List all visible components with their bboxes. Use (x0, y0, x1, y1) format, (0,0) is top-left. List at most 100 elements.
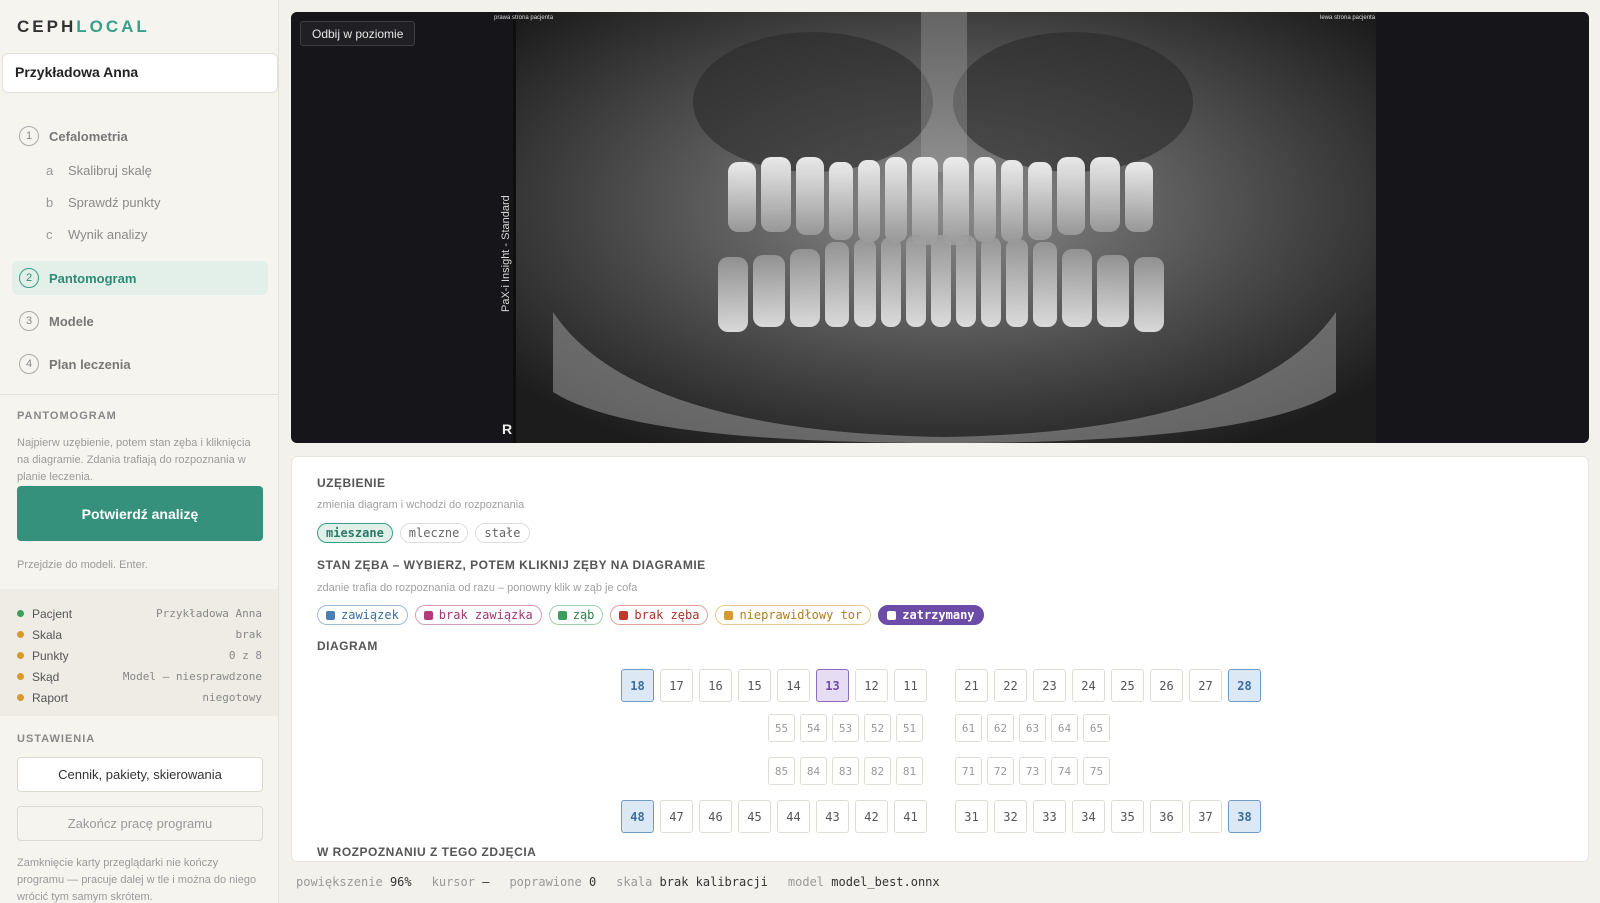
tooth-85[interactable]: 85 (768, 757, 795, 785)
tooth-13[interactable]: 13 (816, 669, 849, 702)
tooth-22[interactable]: 22 (994, 669, 1027, 702)
pantomogram-analysis-panel: UZĘBIENIE zmienia diagram i wchodzi do r… (291, 456, 1589, 862)
state-chip-missing-tooth[interactable]: brak zęba (610, 605, 709, 625)
tooth-state-title: STAN ZĘBA – WYBIERZ, POTEM KLIKNIJ ZĘBY … (317, 558, 706, 572)
tooth-11[interactable]: 11 (894, 669, 927, 702)
section-title-settings: USTAWIENIA (17, 733, 96, 745)
quit-note: Zamknięcie karty przeglądarki nie kończy… (17, 857, 257, 903)
sub-step-check-points[interactable]: b Sprawdź punkty (46, 195, 161, 210)
tooth-14[interactable]: 14 (777, 669, 810, 702)
pricing-button[interactable]: Cennik, pakiety, skierowania (17, 757, 263, 792)
color-swatch (887, 610, 897, 620)
tooth-37[interactable]: 37 (1189, 800, 1222, 833)
tooth-41[interactable]: 41 (894, 800, 927, 833)
status-dot (17, 631, 24, 638)
state-chip-tooth[interactable]: ząb (548, 605, 604, 625)
tooth-23[interactable]: 23 (1033, 669, 1066, 702)
cursor-readout: kursor — (431, 875, 490, 889)
tooth-64[interactable]: 64 (1051, 714, 1078, 742)
tooth-55[interactable]: 55 (768, 714, 795, 742)
tooth-61[interactable]: 61 (955, 714, 982, 742)
status-dot (17, 652, 24, 659)
nav-step-pantomogram[interactable]: 2 Pantomogram (12, 261, 268, 295)
tooth-81[interactable]: 81 (896, 757, 923, 785)
color-swatch (423, 610, 433, 620)
xray-corner-label-right: lewa strona pacjenta (1320, 15, 1376, 21)
state-chip-impacted[interactable]: zatrzymany (878, 605, 984, 625)
sidebar: CEPHLOCAL Przykładowa Anna 1 Cefalometri… (0, 0, 279, 903)
tooth-45[interactable]: 45 (738, 800, 771, 833)
tooth-65[interactable]: 65 (1083, 714, 1110, 742)
dentition-chips: mieszane mleczne stałe (317, 523, 530, 543)
dentition-chip-primary[interactable]: mleczne (399, 523, 469, 543)
tooth-71[interactable]: 71 (955, 757, 982, 785)
dentition-chip-permanent[interactable]: stałe (475, 523, 530, 543)
patient-name-card[interactable]: Przykładowa Anna (2, 53, 278, 93)
flip-horizontal-button[interactable]: Odbij w poziomie (300, 21, 416, 46)
tooth-36[interactable]: 36 (1150, 800, 1183, 833)
dentition-subtitle: zmienia diagram i wchodzi do rozpoznania (317, 499, 525, 511)
tooth-47[interactable]: 47 (660, 800, 693, 833)
diagram-title: DIAGRAM (317, 639, 378, 653)
tooth-48[interactable]: 48 (621, 800, 654, 833)
tooth-28[interactable]: 28 (1228, 669, 1261, 702)
confirm-analysis-button[interactable]: Potwierdź analizę (17, 486, 263, 541)
state-chip-bud[interactable]: zawiązek (317, 605, 408, 625)
state-chip-abnormal-path[interactable]: nieprawidłowy tor (715, 605, 872, 625)
nav-step-plan-leczenia[interactable]: 4 Plan leczenia (12, 347, 268, 381)
tooth-83[interactable]: 83 (832, 757, 859, 785)
color-swatch (724, 610, 734, 620)
sub-step-analysis-result[interactable]: c Wynik analizy (46, 227, 147, 242)
tooth-72[interactable]: 72 (987, 757, 1014, 785)
tooth-34[interactable]: 34 (1072, 800, 1105, 833)
tooth-74[interactable]: 74 (1051, 757, 1078, 785)
xray-device-label: PaX-i Insight - Standard (500, 195, 512, 312)
tooth-63[interactable]: 63 (1019, 714, 1046, 742)
model-readout: model model_best.onnx (787, 875, 940, 889)
tooth-73[interactable]: 73 (1019, 757, 1046, 785)
tooth-15[interactable]: 15 (738, 669, 771, 702)
tooth-25[interactable]: 25 (1111, 669, 1144, 702)
quit-program-button[interactable]: Zakończ pracę programu (17, 806, 263, 841)
tooth-82[interactable]: 82 (864, 757, 891, 785)
confirm-hint: Przejdzie do modeli. Enter. (17, 559, 148, 571)
tooth-31[interactable]: 31 (955, 800, 988, 833)
tooth-32[interactable]: 32 (994, 800, 1027, 833)
tooth-35[interactable]: 35 (1111, 800, 1144, 833)
tooth-38[interactable]: 38 (1228, 800, 1261, 833)
tooth-18[interactable]: 18 (621, 669, 654, 702)
nav-step-cefalometria[interactable]: 1 Cefalometria (12, 119, 268, 153)
tooth-75[interactable]: 75 (1083, 757, 1110, 785)
tooth-51[interactable]: 51 (896, 714, 923, 742)
tooth-52[interactable]: 52 (864, 714, 891, 742)
state-chip-no-bud[interactable]: brak zawiązka (414, 605, 542, 625)
tooth-54[interactable]: 54 (800, 714, 827, 742)
tooth-27[interactable]: 27 (1189, 669, 1222, 702)
tooth-42[interactable]: 42 (855, 800, 888, 833)
status-dot (17, 673, 24, 680)
tooth-53[interactable]: 53 (832, 714, 859, 742)
tooth-46[interactable]: 46 (699, 800, 732, 833)
tooth-21[interactable]: 21 (955, 669, 988, 702)
diagnosis-title: W ROZPOZNANIU Z TEGO ZDJĘCIA (317, 845, 537, 859)
tooth-43[interactable]: 43 (816, 800, 849, 833)
tooth-62[interactable]: 62 (987, 714, 1014, 742)
status-dot (17, 694, 24, 701)
tooth-84[interactable]: 84 (800, 757, 827, 785)
tooth-26[interactable]: 26 (1150, 669, 1183, 702)
dentition-chip-mixed[interactable]: mieszane (317, 523, 393, 543)
zoom-readout: powiększenie 96% (296, 875, 412, 889)
tooth-17[interactable]: 17 (660, 669, 693, 702)
tooth-44[interactable]: 44 (777, 800, 810, 833)
tooth-12[interactable]: 12 (855, 669, 888, 702)
status-summary: Pacjent Przykładowa Anna Skala brak Punk… (0, 589, 278, 716)
tooth-24[interactable]: 24 (1072, 669, 1105, 702)
panoramic-xray-viewer[interactable]: Odbij w poziomie PaX-i Insight - Standar… (291, 12, 1589, 443)
sub-step-calibrate[interactable]: a Skalibruj skalę (46, 163, 152, 178)
tooth-33[interactable]: 33 (1033, 800, 1066, 833)
nav-step-modele[interactable]: 3 Modele (12, 304, 268, 338)
tooth-16[interactable]: 16 (699, 669, 732, 702)
corrected-readout: poprawione 0 (509, 875, 597, 889)
dentition-title: UZĘBIENIE (317, 476, 386, 490)
status-bar: powiększenie 96% kursor — poprawione 0 s… (280, 872, 940, 892)
